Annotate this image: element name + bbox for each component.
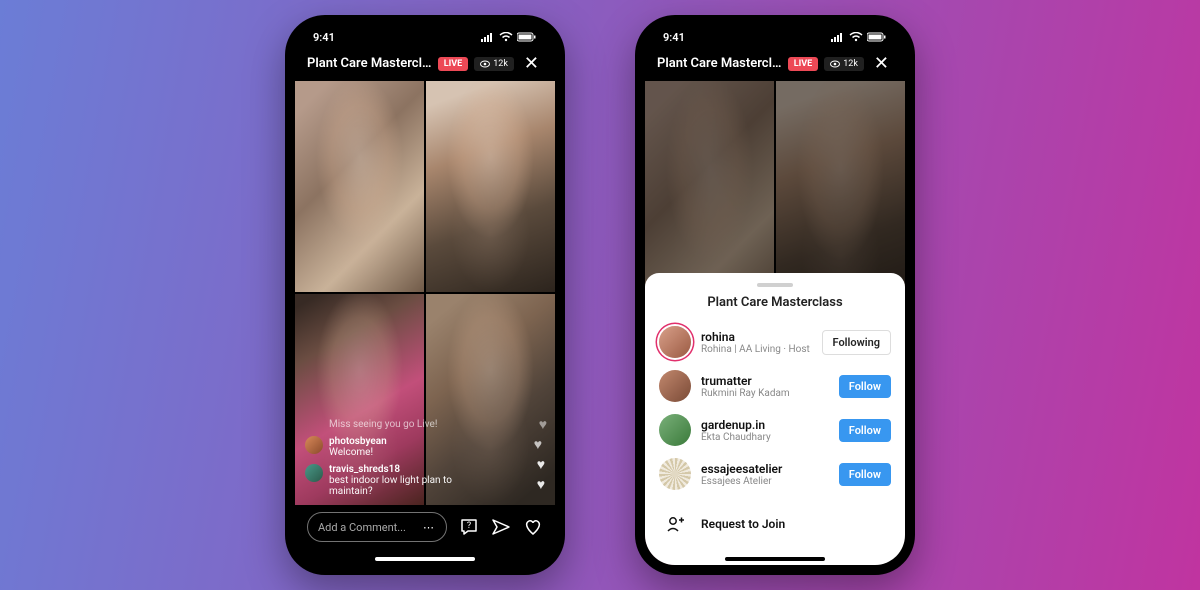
participant-row[interactable]: gardenup.inEkta Chaudhary Follow	[659, 408, 891, 452]
request-label: Request to Join	[701, 517, 785, 531]
wifi-icon	[499, 32, 513, 42]
live-title: Plant Care Masterclas...	[657, 56, 782, 71]
username: gardenup.in	[701, 418, 829, 432]
subtitle: Essajees Atelier	[701, 476, 829, 487]
bottom-bar: Add a Comment... ⋯ ?	[295, 505, 555, 565]
avatar	[659, 414, 691, 446]
avatar	[659, 458, 691, 490]
sheet-title: Plant Care Masterclass	[659, 295, 891, 310]
close-icon[interactable]: ✕	[520, 53, 543, 74]
heart-icon[interactable]	[523, 517, 543, 537]
heart-icon: ♥	[537, 456, 545, 473]
avatar	[659, 326, 691, 358]
signal-icon	[481, 32, 495, 42]
comment-item: Miss seeing you go Live!	[305, 419, 495, 430]
follow-button[interactable]: Follow	[839, 375, 891, 398]
follow-button[interactable]: Follow	[839, 419, 891, 442]
subtitle: Ekta Chaudhary	[701, 432, 829, 443]
heart-icon: ♥	[534, 436, 542, 453]
subtitle: Rohina | AA Living · Host	[701, 344, 812, 355]
eye-icon	[830, 60, 840, 68]
battery-icon	[517, 32, 537, 42]
live-badge: LIVE	[438, 57, 468, 71]
subtitle: Rukmini Ray Kadam	[701, 388, 829, 399]
notch	[715, 15, 835, 37]
signal-icon	[831, 32, 845, 42]
live-header: Plant Care Masterclas... LIVE 12k ✕	[645, 53, 905, 74]
username: essajeesatelier	[701, 462, 829, 476]
heart-stream: ♥ ♥ ♥ ♥	[537, 416, 545, 493]
avatar	[659, 370, 691, 402]
participant-row[interactable]: rohinaRohina | AA Living · Host Followin…	[659, 320, 891, 364]
participants-sheet: Plant Care Masterclass rohinaRohina | AA…	[645, 273, 905, 565]
following-button[interactable]: Following	[822, 330, 891, 355]
status-icons	[831, 32, 887, 42]
status-icons	[481, 32, 537, 42]
phone-right: 9:41 Plant Care Masterclas... LIVE 12k ✕	[635, 15, 915, 575]
participant-tile[interactable]	[426, 81, 555, 292]
viewer-count[interactable]: 12k	[474, 57, 514, 71]
heart-icon: ♥	[539, 416, 547, 433]
eye-icon	[480, 60, 490, 68]
grab-handle[interactable]	[757, 283, 793, 287]
request-icon	[659, 508, 691, 540]
question-icon[interactable]: ?	[459, 517, 479, 537]
home-indicator[interactable]	[725, 557, 825, 561]
participant-row[interactable]: essajeesatelierEssajees Atelier Follow	[659, 452, 891, 496]
participant-tile[interactable]	[295, 81, 424, 292]
close-icon[interactable]: ✕	[870, 53, 893, 74]
phone-left: 9:41 Plant Care Masterclas... LIVE 12k ✕…	[285, 15, 565, 575]
status-time: 9:41	[663, 31, 685, 44]
comment-stream: Miss seeing you go Live! photosbyeanWelc…	[305, 419, 495, 497]
home-indicator[interactable]	[375, 557, 475, 561]
svg-text:?: ?	[467, 521, 471, 531]
live-header: Plant Care Masterclas... LIVE 12k ✕	[295, 53, 555, 74]
share-icon[interactable]	[491, 517, 511, 537]
follow-button[interactable]: Follow	[839, 463, 891, 486]
comment-item: travis_shreds18best indoor low light pla…	[305, 464, 495, 497]
wifi-icon	[849, 32, 863, 42]
status-time: 9:41	[313, 31, 335, 44]
screen-right: 9:41 Plant Care Masterclas... LIVE 12k ✕	[645, 25, 905, 565]
request-to-join-row[interactable]: Request to Join	[659, 502, 891, 546]
notch	[365, 15, 485, 37]
more-icon[interactable]: ⋯	[423, 521, 436, 534]
live-title: Plant Care Masterclas...	[307, 56, 432, 71]
comment-item: photosbyeanWelcome!	[305, 436, 495, 458]
avatar	[305, 436, 323, 454]
viewer-count[interactable]: 12k	[824, 57, 864, 71]
comment-placeholder: Add a Comment...	[318, 521, 406, 534]
heart-icon: ♥	[537, 476, 545, 493]
participant-row[interactable]: trumatterRukmini Ray Kadam Follow	[659, 364, 891, 408]
username: rohina	[701, 330, 812, 344]
screen-left: 9:41 Plant Care Masterclas... LIVE 12k ✕…	[295, 25, 555, 565]
battery-icon	[867, 32, 887, 42]
comment-input[interactable]: Add a Comment... ⋯	[307, 512, 447, 542]
live-badge: LIVE	[788, 57, 818, 71]
avatar	[305, 464, 323, 482]
username: trumatter	[701, 374, 829, 388]
